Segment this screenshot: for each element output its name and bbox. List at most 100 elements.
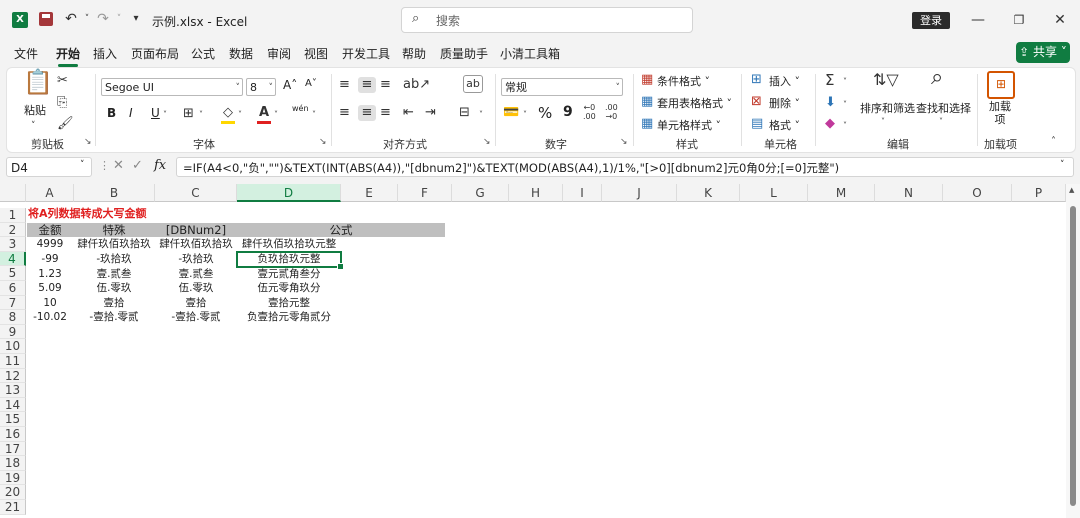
row-header-7[interactable]: 7 (0, 295, 26, 311)
cell-special[interactable]: 壹.贰叁 (73, 267, 155, 282)
align-middle-icon[interactable]: ≡ (358, 77, 376, 93)
align-center-icon[interactable]: ≡ (358, 105, 376, 121)
shrink-font-button[interactable]: A˅ (305, 78, 317, 89)
tab-quality-assistant[interactable]: 质量助手 (440, 45, 488, 62)
cell-special[interactable]: -玖拾玖 (73, 252, 155, 267)
cell-dbnum2[interactable]: -玖拾玖 (155, 252, 237, 267)
cell-styles-button[interactable]: 单元格样式 ˅ (657, 117, 721, 133)
cut-icon[interactable]: ✂ (57, 73, 68, 89)
cell-formula[interactable]: 壹拾元整 (237, 296, 341, 311)
row-header-21[interactable]: 21 (0, 500, 26, 515)
column-header-l[interactable]: L (740, 184, 808, 202)
column-header-o[interactable]: O (943, 184, 1012, 202)
tab-review[interactable]: 审阅 (267, 45, 291, 62)
fill-color-dropdown-icon[interactable]: ˅ (238, 107, 242, 123)
tab-help[interactable]: 帮助 (402, 45, 426, 62)
italic-button[interactable]: I (129, 106, 133, 120)
cell-dbnum2[interactable]: 伍.零玖 (155, 281, 237, 296)
clipboard-launcher-icon[interactable]: ↘ (84, 137, 92, 147)
row-header-17[interactable]: 17 (0, 441, 26, 457)
cell-formula[interactable]: 负壹拾元零角贰分 (237, 310, 341, 325)
row-header-5[interactable]: 5 (0, 266, 26, 281)
row-header-9[interactable]: 9 (0, 324, 26, 340)
cell-special[interactable]: 伍.零玖 (73, 281, 155, 296)
column-header-j[interactable]: J (602, 184, 677, 202)
customize-qat-icon[interactable]: ▾ (127, 10, 145, 28)
cell-amount[interactable]: 4999 (27, 237, 73, 252)
sort-filter-dropdown-icon[interactable]: ˅ (881, 114, 885, 130)
grow-font-button[interactable]: A˄ (283, 78, 297, 92)
row-header-1[interactable]: 1 (0, 208, 26, 223)
decrease-decimal-icon[interactable]: .00 →0 (605, 103, 618, 121)
cell-dbnum2[interactable]: 肆仟玖佰玖拾玖 (155, 237, 237, 252)
share-button[interactable]: ⇪ 共享 ˅ (1016, 42, 1070, 63)
phonetic-guide-button[interactable]: wén (292, 104, 309, 113)
column-header-p[interactable]: P (1012, 184, 1066, 202)
paste-dropdown-icon[interactable]: ˅ (31, 118, 36, 134)
tab-developer[interactable]: 开发工具 (342, 45, 390, 62)
align-left-icon[interactable]: ≡ (339, 105, 350, 121)
align-right-icon[interactable]: ≡ (380, 105, 391, 121)
row-header-2[interactable]: 2 (0, 222, 26, 238)
row-header-13[interactable]: 13 (0, 383, 26, 398)
column-header-c[interactable]: C (155, 184, 237, 202)
insert-function-icon[interactable]: fx (154, 158, 166, 173)
number-format-combo[interactable]: 常规 ˅ (501, 78, 623, 96)
percent-button[interactable]: % (538, 104, 552, 122)
row-header-3[interactable]: 3 (0, 237, 26, 252)
tab-home[interactable]: 开始 (56, 45, 80, 67)
tab-view[interactable]: 视图 (304, 45, 328, 62)
tab-file[interactable]: 文件 (14, 45, 38, 62)
formula-input[interactable]: =IF(A4<0,"负","")&TEXT(INT(ABS(A4)),"[dbn… (176, 157, 1074, 177)
cell-amount[interactable]: -10.02 (27, 310, 73, 325)
find-select-button[interactable]: 查找和选择 (916, 100, 971, 116)
find-select-dropdown-icon[interactable]: ˅ (939, 114, 943, 130)
header-cell-special[interactable]: 特殊 (73, 223, 155, 237)
login-button[interactable]: 登录 (912, 12, 950, 29)
merge-center-icon[interactable]: ⊟ (459, 105, 470, 121)
tab-page-layout[interactable]: 页面布局 (131, 45, 179, 62)
merge-dropdown-icon[interactable]: ˅ (479, 107, 483, 123)
sheet-title-cell[interactable]: 将A列数据转成大写金额 (28, 205, 147, 220)
row-header-8[interactable]: 8 (0, 310, 26, 325)
cell-formula[interactable]: 伍元零角玖分 (237, 281, 341, 296)
clear-dropdown-icon[interactable]: ˅ (843, 118, 847, 134)
header-cell-dbnum2[interactable]: [DBNum2] (155, 223, 237, 237)
cell-special[interactable]: 肆仟玖佰玖拾玖 (73, 237, 155, 252)
phonetic-dropdown-icon[interactable]: ˅ (312, 107, 316, 123)
conditional-formatting-button[interactable]: 条件格式 ˅ (657, 73, 710, 89)
font-color-dropdown-icon[interactable]: ˅ (274, 107, 278, 123)
search-box[interactable]: ⌕ 搜索 (401, 7, 693, 33)
save-icon[interactable] (39, 12, 53, 26)
cell-amount[interactable]: 5.09 (27, 281, 73, 296)
column-header-n[interactable]: N (875, 184, 943, 202)
wrap-text-icon[interactable]: ab (463, 75, 483, 93)
restore-button[interactable]: ❐ (1009, 10, 1029, 30)
copy-icon[interactable]: ⎘ (57, 95, 67, 111)
borders-dropdown-icon[interactable]: ˅ (199, 107, 203, 123)
column-header-f[interactable]: F (398, 184, 452, 202)
cell-special[interactable]: 壹拾 (73, 296, 155, 311)
bold-button[interactable]: B (107, 106, 116, 120)
row-header-14[interactable]: 14 (0, 397, 26, 413)
row-header-12[interactable]: 12 (0, 368, 26, 384)
row-header-20[interactable]: 20 (0, 485, 26, 500)
redo-dropdown-icon[interactable]: ˅ (110, 10, 128, 28)
font-color-icon[interactable]: A (257, 105, 271, 124)
increase-decimal-icon[interactable]: ←0.00 (583, 103, 596, 121)
fill-icon[interactable]: ⬇ (825, 95, 836, 111)
decrease-indent-icon[interactable]: ⇤ (403, 105, 414, 121)
column-header-h[interactable]: H (509, 184, 563, 202)
underline-button[interactable]: U (151, 106, 160, 120)
header-cell-amount[interactable]: 金额 (27, 223, 73, 237)
tab-xiaoqing-toolbox[interactable]: 小清工具箱 (500, 45, 560, 62)
borders-icon[interactable]: ⊞ (183, 106, 194, 122)
accounting-dropdown-icon[interactable]: ˅ (523, 107, 527, 123)
row-header-6[interactable]: 6 (0, 281, 26, 296)
addins-button[interactable]: 加载项 (985, 100, 1015, 126)
tab-formulas[interactable]: 公式 (191, 45, 215, 62)
autosum-icon[interactable]: Σ (825, 72, 834, 88)
clear-icon[interactable]: ◆ (825, 116, 835, 132)
cell-special[interactable]: -壹拾.零贰 (73, 310, 155, 325)
cell-dbnum2[interactable]: 壹拾 (155, 296, 237, 311)
